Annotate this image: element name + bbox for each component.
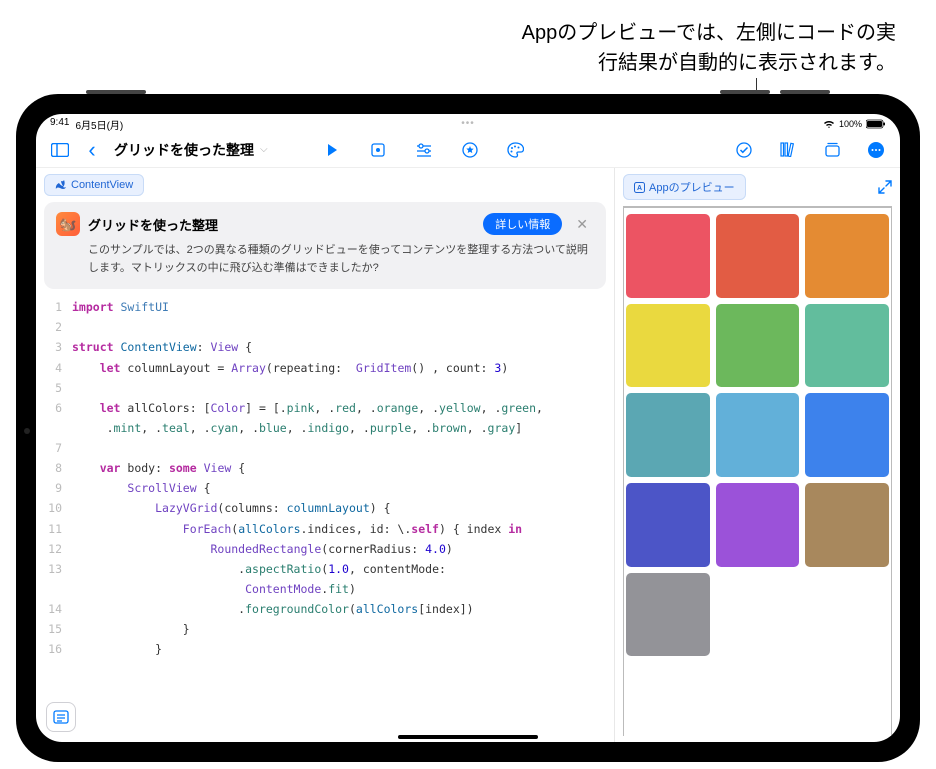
home-indicator[interactable] [398, 735, 538, 739]
app-preview-panel: A Appのプレビュー [614, 168, 900, 742]
checkmark-circle-icon[interactable] [730, 136, 758, 164]
back-button[interactable]: ‹ [78, 136, 106, 164]
caption-line2: 行結果が自動的に表示されます。 [40, 48, 896, 78]
chip-label: ContentView [71, 179, 133, 191]
sidebar-toggle-icon[interactable] [46, 136, 74, 164]
swift-icon [55, 179, 67, 191]
more-icon[interactable] [862, 136, 890, 164]
app-toolbar: ‹ グリッドを使った整理 ⌵ [36, 132, 900, 168]
battery-icon [866, 119, 886, 129]
color-swatch [805, 304, 889, 388]
code-editor[interactable]: 1import SwiftUI 2 3struct ContentView: V… [44, 297, 606, 659]
star-badge-icon[interactable] [456, 136, 484, 164]
card-stack-icon[interactable] [818, 136, 846, 164]
preview-chip[interactable]: A Appのプレビュー [623, 174, 746, 200]
settings-sliders-icon[interactable] [410, 136, 438, 164]
device-volume-down [780, 90, 830, 94]
close-icon[interactable]: ✕ [570, 216, 594, 233]
color-swatch [626, 393, 710, 477]
color-swatch [716, 483, 800, 567]
ipad-device-frame: ••• 9:41 6月5日(月) 100% ‹ グリッドを使った整理 [16, 94, 920, 762]
tutorial-info-card: 🐿️ グリッドを使った整理 詳しい情報 ✕ このサンプルでは、2つの異なる種類の… [44, 202, 606, 289]
status-date: 6月5日(月) [75, 117, 123, 132]
tutorial-body: このサンプルでは、2つの異なる種類のグリッドビューを使ってコンテンツを整理する方… [88, 242, 594, 277]
color-swatch [626, 304, 710, 388]
wifi-icon [823, 119, 835, 129]
color-swatch [626, 573, 710, 657]
palette-icon[interactable] [502, 136, 530, 164]
expand-icon[interactable] [878, 180, 892, 194]
caption-line1: Appのプレビューでは、左側にコードの実 [40, 18, 896, 48]
run-icon[interactable] [318, 136, 346, 164]
color-swatch [716, 393, 800, 477]
file-chip-contentview[interactable]: ContentView [44, 174, 144, 196]
svg-text:A: A [637, 185, 642, 192]
color-swatch [805, 214, 889, 298]
more-info-button[interactable]: 詳しい情報 [483, 213, 562, 235]
tutorial-icon: 🐿️ [56, 212, 80, 236]
color-swatch [805, 393, 889, 477]
device-power-button [86, 90, 146, 94]
app-preview-icon: A [634, 182, 645, 193]
color-swatch [805, 483, 889, 567]
multitask-dots[interactable]: ••• [461, 118, 475, 129]
device-volume-up [720, 90, 770, 94]
color-swatch [716, 304, 800, 388]
title-chevron-icon[interactable]: ⌵ [260, 144, 268, 155]
battery-text: 100% [839, 119, 862, 129]
library-icon[interactable] [774, 136, 802, 164]
stop-icon[interactable] [364, 136, 392, 164]
preview-canvas [623, 206, 892, 736]
color-swatch [626, 483, 710, 567]
preview-chip-label: Appのプレビュー [649, 179, 735, 195]
color-swatch [716, 214, 800, 298]
device-camera [24, 428, 30, 434]
notes-fab[interactable] [46, 702, 76, 732]
color-swatch [626, 214, 710, 298]
status-time: 9:41 [50, 117, 69, 132]
tutorial-title: グリッドを使った整理 [88, 215, 218, 234]
document-title[interactable]: グリッドを使った整理 [114, 140, 254, 160]
